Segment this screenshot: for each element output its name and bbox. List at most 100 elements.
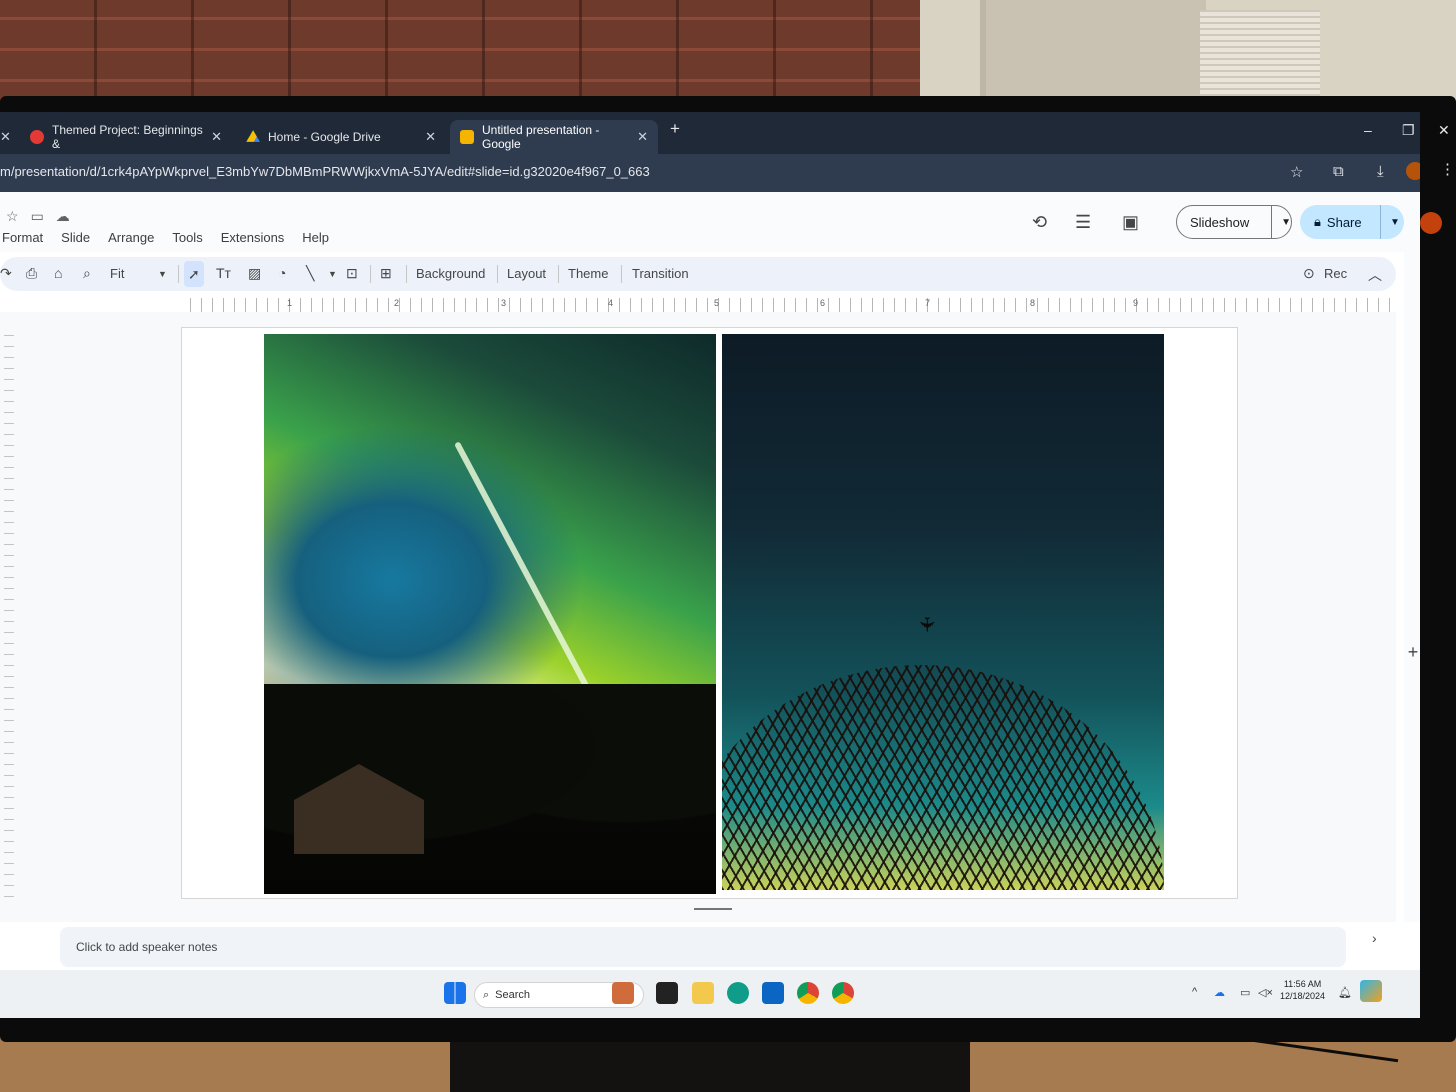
slideshow-button[interactable]: Slideshow ▼ bbox=[1176, 205, 1292, 239]
meet-camera-icon[interactable]: ▣ bbox=[1122, 212, 1139, 233]
tab-title: Home - Google Drive bbox=[268, 130, 381, 144]
window-blind bbox=[1200, 10, 1320, 100]
move-folder-icon[interactable]: ▭ bbox=[31, 208, 44, 225]
slide-image-tree-airplane[interactable]: ✈ bbox=[722, 334, 1164, 890]
vertical-ruler bbox=[4, 327, 14, 907]
slideshow-label: Slideshow bbox=[1190, 214, 1250, 230]
paint-format-icon[interactable]: ⌂ bbox=[54, 265, 62, 281]
onedrive-icon[interactable]: ☁ bbox=[1214, 986, 1225, 999]
clock-date: 12/18/2024 bbox=[1280, 991, 1326, 1001]
menu-slide[interactable]: Slide bbox=[59, 230, 92, 245]
cloud-status-icon: ☁ bbox=[55, 208, 70, 224]
toolbar-divider bbox=[621, 265, 622, 283]
slide-image-sky-contrail[interactable] bbox=[264, 334, 716, 894]
close-icon[interactable]: ✕ bbox=[637, 129, 648, 145]
edge-icon[interactable] bbox=[727, 982, 749, 1004]
copilot-icon[interactable] bbox=[1360, 980, 1382, 1002]
new-comment-icon[interactable]: ⊞ bbox=[380, 265, 392, 282]
layout-button[interactable]: Layout bbox=[507, 266, 546, 281]
zoom-select[interactable]: Fit bbox=[110, 266, 124, 281]
more-menu-icon[interactable]: ⋮ bbox=[1440, 160, 1455, 178]
tab-themed-project[interactable]: Themed Project: Beginnings & ✕ bbox=[20, 120, 232, 154]
minimize-button[interactable]: – bbox=[1364, 122, 1372, 138]
volume-icon[interactable]: ◁× bbox=[1258, 986, 1273, 999]
new-tab-button[interactable]: + bbox=[670, 119, 680, 139]
menu-extensions[interactable]: Extensions bbox=[219, 230, 287, 245]
speaker-notes-placeholder: Click to add speaker notes bbox=[76, 940, 218, 954]
tab-google-drive[interactable]: Home - Google Drive ✕ bbox=[236, 120, 446, 154]
tab-untitled-presentation[interactable]: Untitled presentation - Google ✕ bbox=[450, 120, 658, 154]
video-icon[interactable]: ⊡ bbox=[346, 265, 358, 282]
download-icon[interactable]: ⤓ bbox=[1377, 163, 1384, 180]
transition-button[interactable]: Transition bbox=[632, 266, 689, 281]
tab-close-partial[interactable]: ✕ bbox=[0, 120, 11, 154]
chrome-icon[interactable] bbox=[797, 982, 819, 1004]
bookmark-star-icon[interactable]: ☆ bbox=[1290, 163, 1303, 181]
text-box-icon[interactable]: Tт bbox=[216, 265, 231, 281]
close-window-button[interactable]: ✕ bbox=[1438, 122, 1450, 139]
zoom-icon[interactable]: ⌕ bbox=[83, 265, 91, 282]
menu-format[interactable]: Format bbox=[0, 230, 45, 245]
menu-bar: Format Slide Arrange Tools Extensions He… bbox=[0, 230, 331, 245]
profile-avatar[interactable] bbox=[1406, 162, 1420, 180]
chevron-right-icon[interactable]: › bbox=[1372, 930, 1377, 946]
ruler-number: 4 bbox=[608, 298, 614, 308]
close-icon[interactable]: ✕ bbox=[425, 129, 436, 145]
chevron-up-icon[interactable]: ^ bbox=[1192, 986, 1197, 998]
chevron-down-icon[interactable]: ▼ bbox=[1380, 205, 1400, 239]
extensions-icon[interactable]: ⧉ bbox=[1333, 163, 1344, 180]
select-cursor-icon[interactable]: ➚ bbox=[184, 261, 204, 287]
monitor-stand bbox=[450, 1040, 970, 1092]
record-icon[interactable]: ⊙ bbox=[1303, 265, 1315, 282]
network-icon[interactable]: ▭ bbox=[1240, 986, 1250, 999]
add-addon-icon[interactable]: + bbox=[1403, 642, 1420, 662]
google-slides-icon bbox=[460, 130, 474, 144]
chevron-down-icon[interactable]: ▼ bbox=[328, 269, 337, 279]
comments-icon[interactable]: ☰ bbox=[1075, 212, 1091, 233]
menu-arrange[interactable]: Arrange bbox=[106, 230, 156, 245]
print-icon[interactable]: ⎙ bbox=[26, 265, 37, 282]
rec-button[interactable]: Rec bbox=[1324, 266, 1347, 281]
menu-tools[interactable]: Tools bbox=[170, 230, 204, 245]
image-bare-tree bbox=[722, 665, 1164, 890]
toolbar-divider bbox=[406, 265, 407, 283]
share-button[interactable]: 🔒︎ Share ▼ bbox=[1300, 205, 1404, 239]
brick-wall-background bbox=[0, 0, 920, 110]
notes-resize-handle[interactable] bbox=[694, 908, 732, 910]
side-panel bbox=[1404, 252, 1420, 922]
ruler-number: 1 bbox=[287, 298, 293, 308]
file-explorer-icon[interactable] bbox=[692, 982, 714, 1004]
redo-icon[interactable]: ↷ bbox=[0, 265, 12, 282]
shape-icon[interactable]: ◔ bbox=[278, 265, 286, 281]
windows-start-icon[interactable] bbox=[444, 982, 466, 1004]
share-label: Share bbox=[1326, 214, 1362, 230]
speaker-notes[interactable]: Click to add speaker notes bbox=[60, 927, 1346, 967]
url-field[interactable]: m/presentation/d/1crk4pAYpWkprvel_E3mbYw… bbox=[0, 164, 650, 179]
browser-tab-strip: ✕ Themed Project: Beginnings & ✕ Home - … bbox=[0, 112, 1420, 154]
task-view-icon[interactable] bbox=[656, 982, 678, 1004]
close-icon[interactable]: ✕ bbox=[211, 129, 222, 145]
star-icon[interactable]: ☆ bbox=[6, 208, 19, 225]
chevron-down-icon[interactable]: ▼ bbox=[1271, 206, 1291, 238]
theme-button[interactable]: Theme bbox=[568, 266, 608, 281]
ruler-number: 2 bbox=[394, 298, 400, 308]
background-button[interactable]: Background bbox=[416, 266, 485, 281]
image-icon[interactable]: ▨ bbox=[248, 265, 261, 282]
chrome-icon[interactable] bbox=[832, 982, 854, 1004]
chevron-up-icon[interactable]: ︿ bbox=[1368, 265, 1382, 285]
user-avatar[interactable] bbox=[1420, 212, 1442, 234]
menu-help[interactable]: Help bbox=[300, 230, 331, 245]
version-history-icon[interactable]: ⟲ bbox=[1032, 212, 1047, 233]
notification-bell-icon[interactable]: 🔔︎ bbox=[1338, 986, 1352, 999]
door bbox=[980, 0, 1206, 100]
outlook-icon[interactable] bbox=[762, 982, 784, 1004]
line-icon[interactable]: ╲ bbox=[306, 265, 314, 282]
toolbar-divider bbox=[558, 265, 559, 283]
widget-icon[interactable] bbox=[612, 982, 634, 1004]
restore-button[interactable]: ❐ bbox=[1402, 122, 1415, 139]
chevron-down-icon[interactable]: ▼ bbox=[158, 269, 167, 279]
ruler-number: 9 bbox=[1133, 298, 1139, 308]
toolbar-divider bbox=[178, 265, 179, 283]
lock-icon: 🔒︎ bbox=[1314, 214, 1321, 229]
taskbar-clock[interactable]: 11:56 AM 12/18/2024 bbox=[1280, 978, 1325, 1002]
